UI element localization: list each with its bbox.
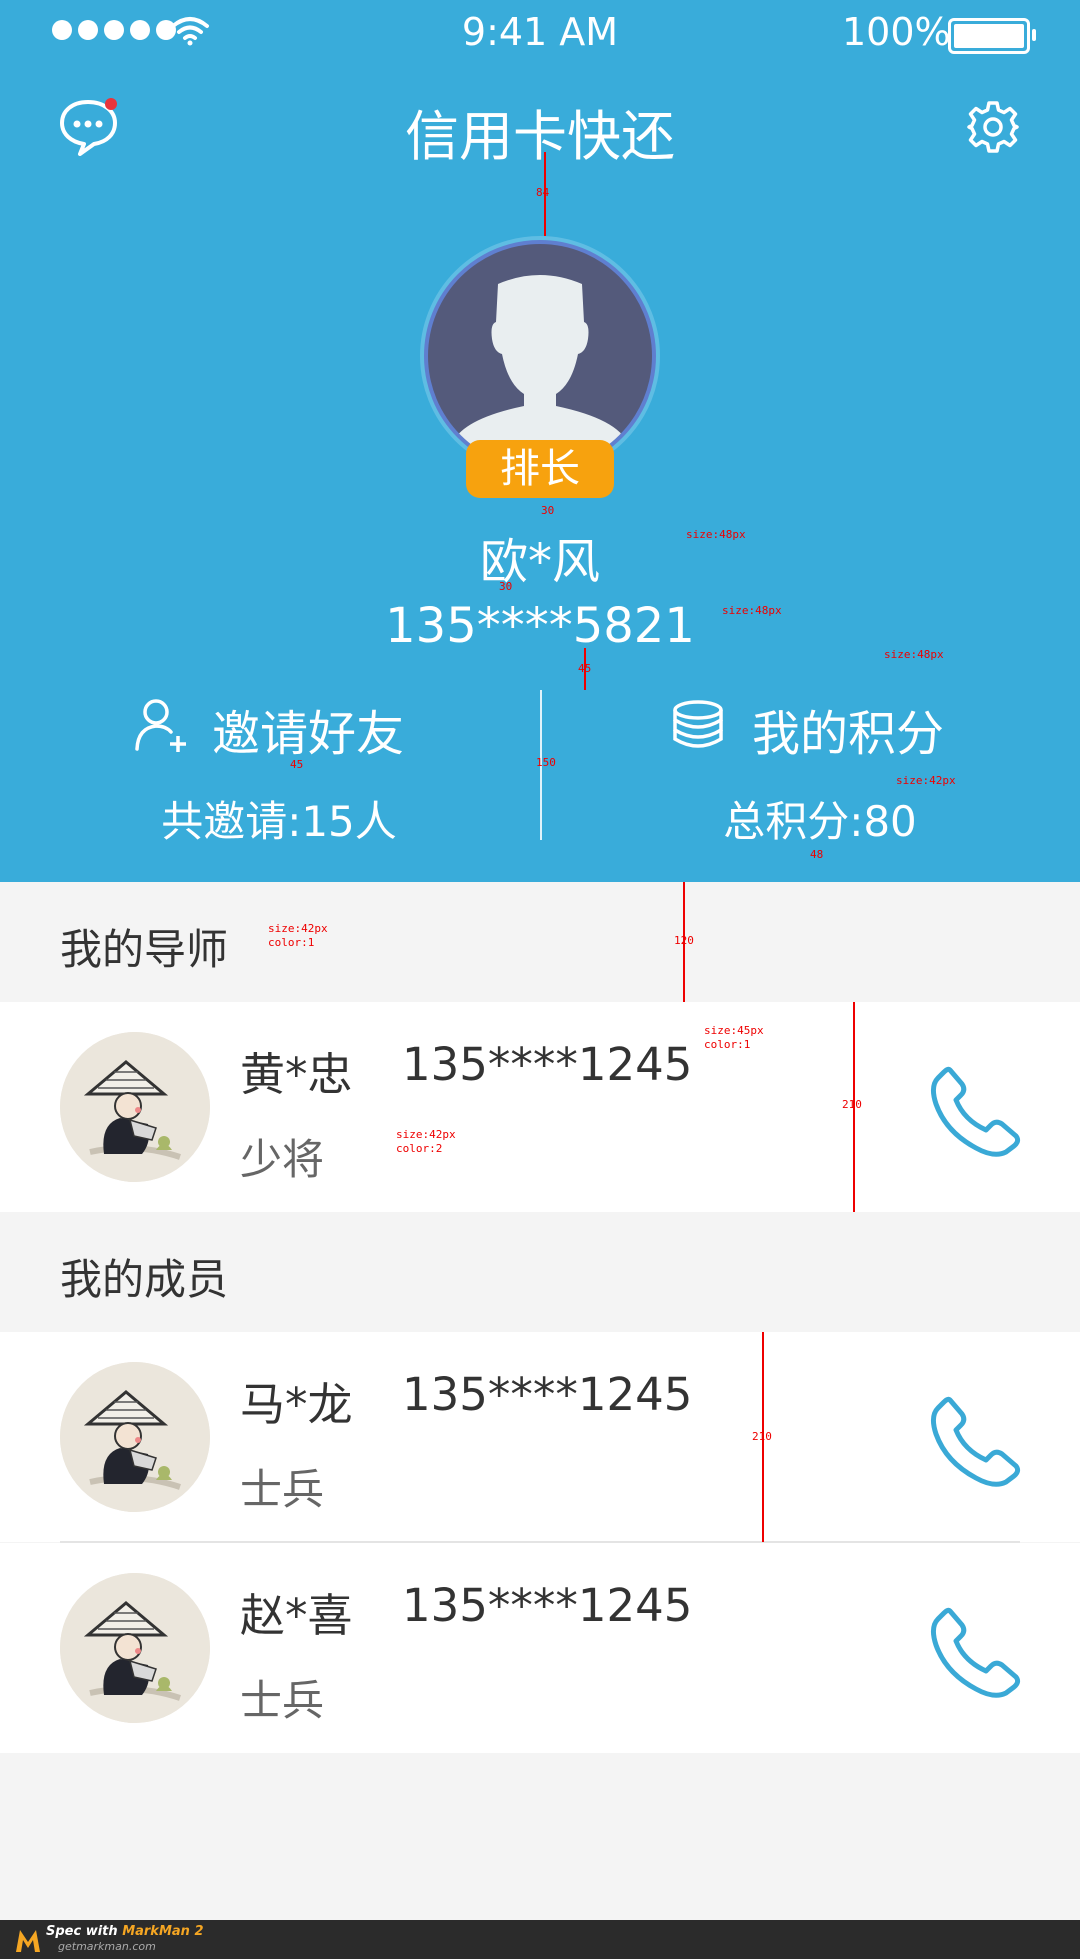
spec-measure-label: 120 bbox=[674, 934, 694, 947]
spec-size-note: size:45px bbox=[704, 1024, 764, 1037]
mentor-section-header: 我的导师 bbox=[0, 882, 1080, 1002]
member-row[interactable]: 马*龙 135****1245 士兵 bbox=[0, 1332, 1080, 1542]
member-phone: 135****1245 bbox=[402, 1579, 693, 1632]
member-name: 马*龙 bbox=[240, 1378, 353, 1431]
markman-footer: Spec with MarkMan 2 getmarkman.com bbox=[0, 1920, 1080, 1959]
user-name: 欧*风 bbox=[479, 534, 600, 590]
spec-measure-label: 210 bbox=[752, 1430, 772, 1443]
mentor-name: 黄*忠 bbox=[240, 1048, 353, 1101]
mentor-section-title: 我的导师 bbox=[60, 925, 229, 974]
call-phone-icon[interactable] bbox=[928, 1394, 1022, 1488]
coins-icon[interactable] bbox=[672, 700, 724, 750]
spec-measure-label: 210 bbox=[842, 1098, 862, 1111]
spec-size-note: size:42px bbox=[268, 922, 328, 935]
spec-color-note: color:1 bbox=[704, 1038, 751, 1051]
spec-measure-label: 30 bbox=[499, 580, 513, 593]
call-phone-icon[interactable] bbox=[928, 1064, 1022, 1158]
spec-measure-label: 45 bbox=[290, 758, 304, 771]
mentor-phone: 135****1245 bbox=[402, 1038, 693, 1091]
member-rank: 士兵 bbox=[240, 1676, 325, 1725]
spec-measure-label: 30 bbox=[541, 504, 555, 517]
battery-percent: 100% bbox=[842, 10, 951, 54]
member-rank: 士兵 bbox=[240, 1465, 325, 1514]
member-avatar bbox=[60, 1573, 210, 1723]
spec-size-note: size:42px bbox=[396, 1128, 456, 1141]
user-phone: 135****5821 bbox=[385, 598, 695, 654]
member-avatar bbox=[60, 1362, 210, 1512]
members-section-header: 我的成员 bbox=[0, 1212, 1080, 1332]
spec-size-note: size:48px bbox=[884, 648, 944, 661]
my-points-button[interactable]: 我的积分 bbox=[752, 694, 944, 764]
members-section-title: 我的成员 bbox=[60, 1255, 229, 1304]
mentor-rank: 少将 bbox=[240, 1135, 325, 1184]
spec-measure-label: 45 bbox=[578, 662, 592, 675]
spec-color-note: color:1 bbox=[268, 936, 315, 949]
spec-size-note: size:42px bbox=[896, 774, 956, 787]
monk-illustration-icon bbox=[60, 1032, 210, 1182]
status-bar: 9:41 AM 100% bbox=[0, 0, 1080, 66]
default-user-icon bbox=[452, 275, 628, 468]
settings-gear-icon[interactable] bbox=[966, 100, 1020, 154]
member-name: 赵*喜 bbox=[240, 1589, 353, 1642]
markman-logo-icon bbox=[16, 1930, 40, 1952]
spec-measure-label: 84 bbox=[536, 186, 550, 199]
footer-brand-prefix: Spec with bbox=[46, 1924, 123, 1939]
member-phone: 135****1245 bbox=[402, 1368, 693, 1421]
member-row[interactable]: 赵*喜 135****1245 士兵 bbox=[0, 1543, 1080, 1753]
battery-icon bbox=[948, 18, 1036, 54]
call-phone-icon[interactable] bbox=[928, 1605, 1022, 1699]
mentor-avatar bbox=[60, 1032, 210, 1182]
rank-badge: 排长 bbox=[466, 440, 614, 498]
monk-illustration-icon bbox=[60, 1362, 210, 1512]
page-title: 信用卡快还 bbox=[405, 105, 675, 168]
spec-size-note: size:48px bbox=[686, 528, 746, 541]
points-total: 总积分:80 bbox=[723, 797, 917, 846]
add-user-icon[interactable] bbox=[134, 698, 190, 752]
spec-color-note: color:2 bbox=[396, 1142, 443, 1155]
mentor-row[interactable]: 黄*忠 135****1245 少将 bbox=[0, 1002, 1080, 1212]
spec-size-note: size:48px bbox=[722, 604, 782, 617]
footer-url: getmarkman.com bbox=[58, 1940, 156, 1953]
footer-brand-name: MarkMan 2 bbox=[122, 1924, 204, 1939]
monk-illustration-icon bbox=[60, 1573, 210, 1723]
invite-friends-button[interactable]: 邀请好友 bbox=[212, 694, 404, 764]
invite-count: 共邀请:15人 bbox=[161, 797, 397, 846]
spec-measure-label: 150 bbox=[536, 756, 556, 769]
spec-measure-label: 48 bbox=[810, 848, 824, 861]
